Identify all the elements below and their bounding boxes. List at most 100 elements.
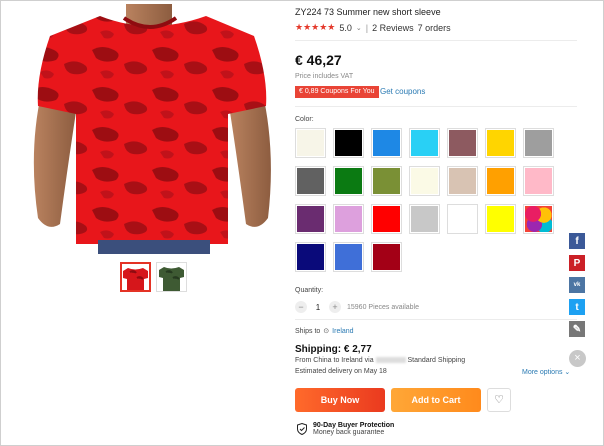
shipping-cost: Shipping: € 2,77 bbox=[295, 344, 372, 355]
coupon-badge: € 0,89 Coupons For You bbox=[295, 86, 379, 98]
buy-now-button[interactable]: Buy Now bbox=[295, 388, 385, 412]
color-swatch-fill bbox=[373, 168, 400, 194]
quantity-value[interactable]: 1 bbox=[313, 303, 323, 312]
chevron-down-icon[interactable]: ⌄ bbox=[356, 24, 362, 32]
shipping-route: From China to Ireland via Standard Shipp… bbox=[295, 357, 465, 364]
pieces-available: 15960 Pieces available bbox=[347, 303, 419, 311]
thumbnail-green-shirt[interactable] bbox=[156, 262, 187, 292]
vat-note: Price includes VAT bbox=[295, 73, 354, 80]
quantity-stepper: − 1 + 15960 Pieces available bbox=[295, 301, 419, 313]
facebook-share-icon[interactable]: f bbox=[569, 233, 585, 249]
color-swatch[interactable] bbox=[447, 204, 478, 234]
color-swatch-fill bbox=[449, 168, 476, 194]
color-swatch-fill bbox=[335, 130, 362, 156]
ships-to-row: Ships to ⊙ Ireland bbox=[295, 327, 354, 336]
shipping-method: Standard Shipping bbox=[407, 357, 466, 364]
color-swatch-fill bbox=[335, 168, 362, 194]
buyer-protection-subtitle: Money back guarantee bbox=[313, 429, 385, 436]
color-swatch[interactable] bbox=[523, 204, 554, 234]
shield-check-icon bbox=[297, 423, 307, 435]
chevron-down-icon[interactable]: ⌄ bbox=[564, 369, 570, 376]
color-swatch[interactable] bbox=[333, 166, 364, 196]
color-swatch[interactable] bbox=[485, 166, 516, 196]
thumbnail-red-shirt[interactable] bbox=[120, 262, 151, 292]
color-swatch-fill bbox=[411, 130, 438, 156]
color-swatch-fill bbox=[449, 206, 476, 232]
color-swatch-fill bbox=[487, 206, 514, 232]
share-bar: f P vk t ✎ bbox=[569, 233, 585, 343]
reviews-link[interactable]: 2 Reviews bbox=[372, 23, 414, 33]
color-swatch[interactable] bbox=[333, 242, 364, 272]
quantity-increase-button[interactable]: + bbox=[329, 301, 341, 313]
rating-row: ★★★★★ 5.0 ⌄ | 2 Reviews 7 orders bbox=[295, 22, 451, 33]
thumbnail-strip bbox=[120, 262, 187, 292]
ships-to-label: Ships to bbox=[295, 327, 321, 335]
color-swatch-fill bbox=[411, 168, 438, 194]
color-swatch-fill bbox=[373, 206, 400, 232]
color-swatch[interactable] bbox=[371, 128, 402, 158]
product-main-image[interactable] bbox=[30, 4, 276, 254]
more-options-label[interactable]: More options bbox=[522, 369, 562, 376]
close-icon[interactable]: × bbox=[569, 350, 586, 367]
color-swatch[interactable] bbox=[409, 166, 440, 196]
color-swatch[interactable] bbox=[523, 166, 554, 196]
color-swatch[interactable] bbox=[447, 128, 478, 158]
color-swatch-fill bbox=[525, 168, 552, 194]
color-swatch[interactable] bbox=[523, 128, 554, 158]
color-swatch[interactable] bbox=[409, 128, 440, 158]
color-label: Color: bbox=[295, 116, 314, 123]
color-swatch[interactable] bbox=[447, 166, 478, 196]
buyer-protection-title: 90-Day Buyer Protection bbox=[313, 422, 395, 429]
shipping-route-text: From China to Ireland via bbox=[295, 357, 374, 364]
color-swatch[interactable] bbox=[295, 204, 326, 234]
ships-to-country-link[interactable]: Ireland bbox=[332, 328, 353, 335]
more-options-link[interactable]: More options ⌄ bbox=[522, 368, 570, 376]
quantity-label: Quantity: bbox=[295, 287, 324, 294]
twitter-share-icon[interactable]: t bbox=[569, 299, 585, 315]
color-swatch[interactable] bbox=[485, 128, 516, 158]
pencil-icon[interactable]: ✎ bbox=[569, 321, 585, 337]
product-title: ZY224 73 Summer new short sleeve bbox=[295, 7, 441, 17]
color-swatch-fill bbox=[373, 130, 400, 156]
color-swatch-fill bbox=[297, 130, 324, 156]
get-coupons-link[interactable]: Get coupons bbox=[380, 86, 425, 98]
color-swatch[interactable] bbox=[333, 204, 364, 234]
product-price: € 46,27 bbox=[295, 52, 342, 68]
add-to-cart-button[interactable]: Add to Cart bbox=[391, 388, 481, 412]
pinterest-share-icon[interactable]: P bbox=[569, 255, 585, 271]
estimated-delivery: Estimated delivery on May 18 bbox=[295, 368, 387, 375]
color-swatch-fill bbox=[297, 206, 324, 232]
color-swatch-grid bbox=[295, 128, 565, 272]
color-swatch-fill bbox=[335, 206, 362, 232]
color-swatch[interactable] bbox=[295, 242, 326, 272]
separator: | bbox=[365, 22, 369, 33]
color-swatch[interactable] bbox=[485, 204, 516, 234]
color-swatch[interactable] bbox=[409, 204, 440, 234]
color-swatch-fill bbox=[297, 168, 324, 194]
star-rating-icons: ★★★★★ bbox=[295, 22, 336, 32]
buyer-protection: 90-Day Buyer Protection Money back guara… bbox=[297, 422, 394, 436]
color-swatch[interactable] bbox=[371, 166, 402, 196]
color-swatch-fill bbox=[411, 206, 438, 232]
orders-count: 7 orders bbox=[417, 22, 451, 33]
color-swatch[interactable] bbox=[371, 204, 402, 234]
quantity-decrease-button[interactable]: − bbox=[295, 301, 307, 313]
color-swatch[interactable] bbox=[371, 242, 402, 272]
divider bbox=[295, 319, 577, 320]
location-pin-icon: ⊙ bbox=[323, 328, 330, 335]
wishlist-heart-icon[interactable]: ♡ bbox=[487, 388, 511, 412]
color-swatch[interactable] bbox=[333, 128, 364, 158]
color-swatch-fill bbox=[297, 244, 324, 270]
color-swatch[interactable] bbox=[295, 166, 326, 196]
color-swatch-fill bbox=[335, 244, 362, 270]
color-swatch-fill bbox=[373, 244, 400, 270]
color-swatch[interactable] bbox=[295, 128, 326, 158]
vk-share-icon[interactable]: vk bbox=[569, 277, 585, 293]
redacted-carrier bbox=[375, 357, 406, 364]
color-swatch-fill bbox=[487, 168, 514, 194]
rating-value[interactable]: 5.0 bbox=[339, 23, 352, 33]
divider bbox=[295, 40, 577, 41]
color-swatch-fill bbox=[525, 206, 552, 232]
color-swatch-fill bbox=[449, 130, 476, 156]
color-swatch-fill bbox=[525, 130, 552, 156]
